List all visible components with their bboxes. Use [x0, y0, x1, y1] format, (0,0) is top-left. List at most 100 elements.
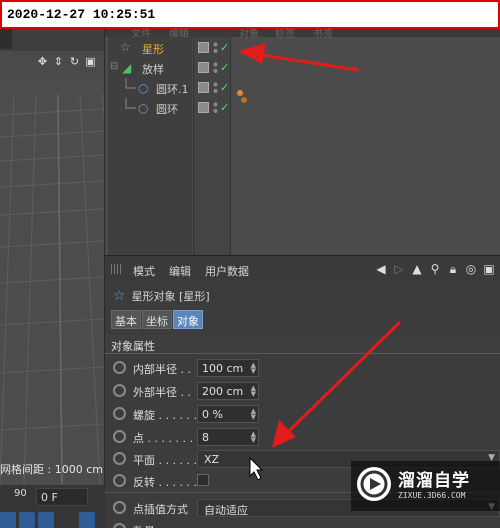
flags-row: ✓ [194, 98, 230, 118]
object-row-loft[interactable]: ⊟ ◢ 放样 [108, 58, 192, 78]
frame-icon[interactable]: ▣ [84, 55, 97, 68]
dropdown-value: XZ [204, 453, 220, 466]
tab-coordinates[interactable]: 坐标 [142, 310, 172, 329]
playback-icons [0, 512, 95, 528]
layer-swatch[interactable] [198, 62, 209, 73]
rotate-icon[interactable]: ↻ [68, 55, 81, 68]
move-icon[interactable]: ✥ [36, 55, 49, 68]
property-label: 点插值方式 [133, 503, 188, 516]
object-name-column: ☆ 星形 ⊟ ◢ 放样 ○ 圆环.1 ○ 圆环 [108, 37, 192, 255]
property-outer-radius: 外部半径 . . 200 cm ▲ ▼ [105, 380, 500, 402]
inner-radius-field[interactable]: 100 cm ▲ ▼ [197, 359, 259, 377]
tab-basic[interactable]: 基本 [111, 310, 141, 329]
menu-bookmarks[interactable]: 书签 [313, 25, 333, 40]
autokey-icon[interactable] [38, 512, 54, 528]
watermark-logo-icon [357, 467, 391, 501]
tab-object[interactable]: 对象 [173, 310, 203, 329]
object-title-text: 星形对象 [星形] [131, 290, 210, 303]
animate-radio[interactable] [113, 452, 126, 465]
visibility-dots[interactable] [213, 42, 218, 54]
circle-icon: ○ [138, 81, 149, 95]
layer-swatch[interactable] [198, 102, 209, 113]
reverse-checkbox[interactable] [197, 474, 209, 486]
layer-swatch[interactable] [198, 42, 209, 53]
target-icon[interactable]: ◎ [464, 262, 478, 276]
keyframe-icon[interactable] [19, 512, 35, 528]
enabled-check-icon[interactable]: ✓ [220, 101, 229, 114]
new-window-icon[interactable]: ▣ [482, 262, 496, 276]
search-icon[interactable]: ⚲ [428, 262, 442, 276]
layer-swatch[interactable] [198, 82, 209, 93]
property-label: 反转 . . . . . . [133, 476, 197, 489]
menu-mode[interactable]: 模式 [133, 263, 155, 279]
section-title: 对象属性 [111, 340, 155, 353]
phong-tag-icon[interactable] [236, 89, 248, 105]
spinner-icon[interactable]: ▲ ▼ [251, 362, 256, 375]
animate-radio[interactable] [113, 384, 126, 397]
animate-radio[interactable] [113, 407, 126, 420]
attribute-menu-bar: 模式 编辑 用户数据 ◀ ▷ ▲ ⚲ 🔒︎ ◎ ▣ [105, 256, 500, 282]
object-label: 圆环.1 [156, 83, 189, 96]
enabled-check-icon[interactable]: ✓ [220, 61, 229, 74]
forward-arrow-icon[interactable]: ▷ [392, 262, 406, 276]
object-label: 星形 [142, 43, 164, 56]
field-value: 200 cm [202, 385, 244, 398]
object-title: ☆ 星形对象 [星形] [113, 288, 210, 304]
grip-icon[interactable] [111, 264, 123, 274]
object-label: 圆环 [156, 103, 178, 116]
viewport-toolbar [0, 29, 104, 51]
property-count: 数量 [105, 519, 500, 528]
end-frame-field[interactable]: 90 [14, 488, 32, 502]
animate-radio[interactable] [113, 523, 126, 528]
watermark-brand: 溜溜自学 [398, 471, 470, 491]
animate-radio[interactable] [113, 474, 126, 487]
property-label: 点 . . . . . . . . [133, 432, 200, 445]
attribute-toolbar-icons: ◀ ▷ ▲ ⚲ 🔒︎ ◎ ▣ [374, 262, 496, 276]
enabled-check-icon[interactable]: ✓ [220, 81, 229, 94]
expand-icon[interactable]: ⊟ [110, 61, 118, 72]
menu-tags[interactable]: 标签 [275, 25, 295, 40]
menu-user-data[interactable]: 用户数据 [205, 263, 249, 279]
vertical-move-icon[interactable]: ⇕ [52, 55, 65, 68]
spinner-icon[interactable]: ▲ ▼ [251, 408, 256, 421]
current-frame-field[interactable]: 0 F [36, 488, 88, 506]
circle-icon: ○ [138, 101, 149, 115]
object-manager: 文件 编辑 对象 标签 书签 ☆ 星形 ⊟ ◢ 放样 ○ 圆环.1 ○ 圆环 ✓… [105, 29, 500, 255]
object-flags-column: ✓ ✓ ✓ ✓ [193, 37, 231, 255]
lock-icon[interactable]: 🔒︎ [446, 262, 460, 276]
spinner-icon[interactable]: ▲ ▼ [251, 385, 256, 398]
outer-radius-field[interactable]: 200 cm ▲ ▼ [197, 382, 259, 400]
twist-field[interactable]: 0 % ▲ ▼ [197, 405, 259, 423]
viewport-corner [0, 29, 12, 49]
points-field[interactable]: 8 ▲ ▼ [197, 428, 259, 446]
dropdown-value: 自动适应 [204, 504, 248, 517]
object-row-circle-1[interactable]: ○ 圆环.1 [108, 78, 192, 98]
section-header: 对象属性 [105, 335, 500, 354]
pointer-icon[interactable]: ▲ [410, 262, 424, 276]
property-twist: 螺旋 . . . . . . 0 % ▲ ▼ [105, 403, 500, 425]
field-value: 8 [202, 431, 209, 444]
menu-object[interactable]: 对象 [239, 25, 259, 40]
enabled-check-icon[interactable]: ✓ [220, 41, 229, 54]
animate-radio[interactable] [113, 361, 126, 374]
property-label: 平面 . . . . . . [133, 454, 197, 467]
spinner-icon[interactable]: ▲ ▼ [251, 431, 256, 444]
visibility-dots[interactable] [213, 62, 218, 74]
object-row-circle[interactable]: ○ 圆环 [108, 98, 192, 118]
property-points: 点 . . . . . . . . 8 ▲ ▼ [105, 426, 500, 448]
field-value: 0 % [202, 408, 223, 421]
back-arrow-icon[interactable]: ◀ [374, 262, 388, 276]
property-label: 螺旋 . . . . . . [133, 409, 197, 422]
visibility-dots[interactable] [213, 102, 218, 114]
property-inner-radius: 内部半径 . . 100 cm ▲ ▼ [105, 357, 500, 379]
viewport-nav-icons: ✥ ⇕ ↻ ▣ [36, 55, 97, 68]
record-icon[interactable] [0, 512, 16, 528]
object-label: 放样 [142, 63, 164, 76]
object-row-star[interactable]: ☆ 星形 [108, 38, 192, 58]
film-icon[interactable] [79, 512, 95, 528]
visibility-dots[interactable] [213, 82, 218, 94]
animate-radio[interactable] [113, 501, 126, 514]
menu-edit[interactable]: 编辑 [169, 263, 191, 279]
animate-radio[interactable] [113, 430, 126, 443]
viewport-panel[interactable]: ✥ ⇕ ↻ ▣ 网格间距 : 1000 cm [0, 29, 105, 485]
